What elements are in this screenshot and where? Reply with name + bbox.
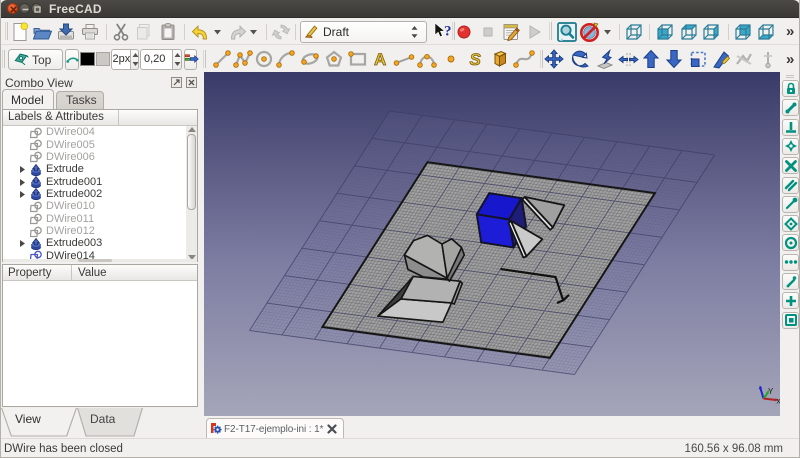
svg-text:?: ?	[444, 23, 452, 39]
svg-text:A: A	[374, 50, 386, 69]
svg-text:Y: Y	[768, 387, 774, 396]
svg-text:S: S	[470, 50, 482, 69]
